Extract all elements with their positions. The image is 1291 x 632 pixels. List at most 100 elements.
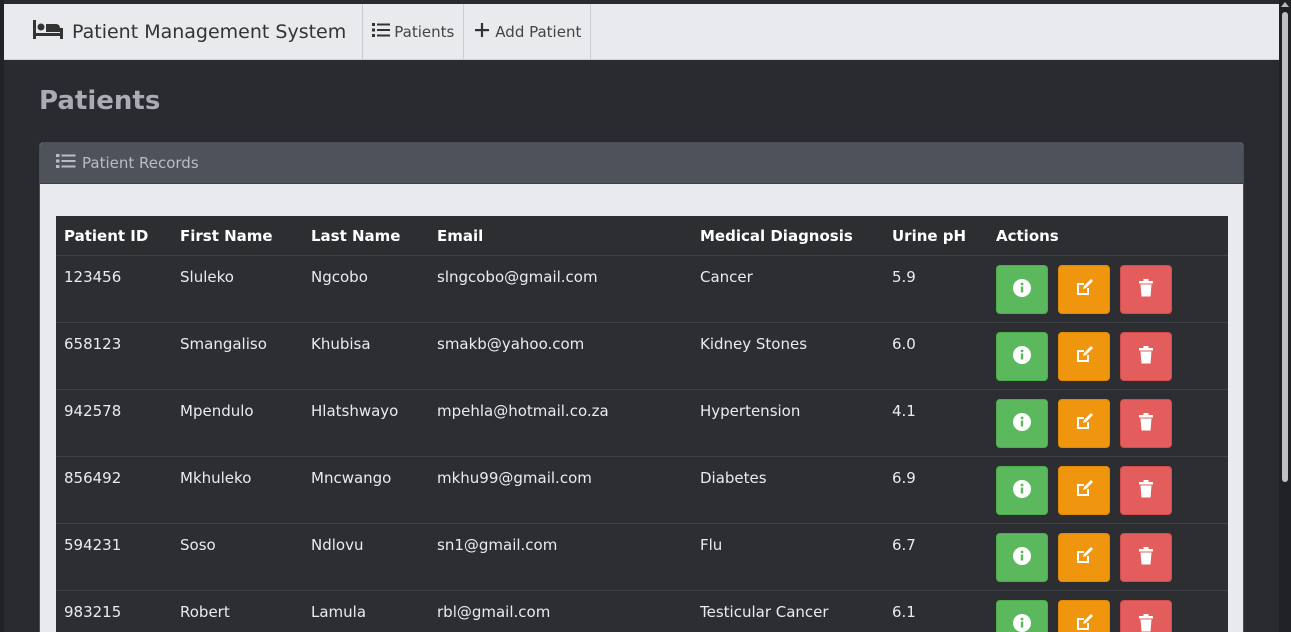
patient-id-cell: 658123 [64, 335, 122, 353]
info-icon [1012, 613, 1032, 632]
patient-id-cell: 123456 [64, 268, 122, 286]
actions-cell [988, 524, 1228, 582]
last-name-cell: Ndlovu [311, 536, 364, 554]
table-row: 658123 Smangaliso Khubisa smakb@yahoo.co… [56, 323, 1228, 390]
nav-add-patient-label: Add Patient [495, 22, 582, 41]
info-icon [1012, 412, 1032, 436]
delete-button[interactable] [1120, 600, 1172, 632]
last-name-cell: Hlatshwayo [311, 402, 399, 420]
patient-id-cell: 942578 [64, 402, 122, 420]
edit-button[interactable] [1058, 332, 1110, 381]
patient-records-panel: Patient Records Patient ID First Name La… [39, 142, 1244, 632]
brand-title: Patient Management System [72, 20, 347, 43]
panel-title: Patient Records [82, 154, 199, 172]
first-name-cell: Sluleko [180, 268, 234, 286]
diagnosis-cell: Cancer [700, 268, 753, 286]
diagnosis-cell: Testicular Cancer [700, 603, 829, 621]
view-details-button[interactable] [996, 600, 1048, 632]
diagnosis-cell: Flu [700, 536, 723, 554]
edit-button[interactable] [1058, 265, 1110, 314]
brand[interactable]: Patient Management System [4, 4, 364, 59]
info-icon [1012, 546, 1032, 570]
actions-cell [988, 457, 1228, 515]
urine-ph-cell: 4.1 [892, 402, 916, 420]
column-header: Last Name [311, 226, 401, 245]
scrollbar-thumb[interactable] [1282, 12, 1288, 482]
view-details-button[interactable] [996, 533, 1048, 582]
column-header: Urine pH [892, 226, 967, 245]
email-cell: slngcobo@gmail.com [437, 268, 598, 286]
column-header: Actions [996, 226, 1059, 245]
view-details-button[interactable] [996, 466, 1048, 515]
delete-button[interactable] [1120, 332, 1172, 381]
diagnosis-cell: Hypertension [700, 402, 801, 420]
email-cell: rbl@gmail.com [437, 603, 551, 621]
nav-add-patient[interactable]: Add Patient [464, 4, 592, 59]
last-name-cell: Lamula [311, 603, 367, 621]
table-row: 856492 Mkhuleko Mncwango mkhu99@gmail.co… [56, 457, 1228, 524]
urine-ph-cell: 6.9 [892, 469, 916, 487]
first-name-cell: Mpendulo [180, 402, 254, 420]
delete-button[interactable] [1120, 399, 1172, 448]
urine-ph-cell: 6.1 [892, 603, 916, 621]
urine-ph-cell: 6.7 [892, 536, 916, 554]
view-details-button[interactable] [996, 399, 1048, 448]
email-cell: mpehla@hotmail.co.za [437, 402, 609, 420]
edit-button[interactable] [1058, 466, 1110, 515]
first-name-cell: Smangaliso [180, 335, 267, 353]
table-row: 983215 Robert Lamula rbl@gmail.com Testi… [56, 591, 1228, 632]
trash-icon [1136, 345, 1156, 369]
last-name-cell: Ngcobo [311, 268, 368, 286]
column-header: Medical Diagnosis [700, 226, 853, 245]
edit-icon [1074, 613, 1094, 632]
window-edge [0, 0, 4, 632]
edit-icon [1074, 479, 1094, 503]
bed-icon [32, 18, 64, 45]
edit-button[interactable] [1058, 533, 1110, 582]
first-name-cell: Soso [180, 536, 216, 554]
urine-ph-cell: 6.0 [892, 335, 916, 353]
nav-patients[interactable]: Patients [363, 4, 465, 59]
patient-id-cell: 594231 [64, 536, 122, 554]
delete-button[interactable] [1120, 533, 1172, 582]
table-body: 123456 Sluleko Ngcobo slngcobo@gmail.com… [56, 256, 1228, 632]
nav-patients-label: Patients [394, 22, 455, 41]
view-details-button[interactable] [996, 332, 1048, 381]
actions-cell [988, 323, 1228, 381]
view-details-button[interactable] [996, 265, 1048, 314]
last-name-cell: Khubisa [311, 335, 371, 353]
table-row: 123456 Sluleko Ngcobo slngcobo@gmail.com… [56, 256, 1228, 323]
email-cell: sn1@gmail.com [437, 536, 558, 554]
trash-icon [1136, 479, 1156, 503]
vertical-scrollbar[interactable] [1279, 0, 1291, 632]
edit-icon [1074, 345, 1094, 369]
edit-icon [1074, 278, 1094, 302]
top-navbar: Patient Management System Patients Add P… [4, 4, 1279, 60]
table-row: 594231 Soso Ndlovu sn1@gmail.com Flu 6.7 [56, 524, 1228, 591]
diagnosis-cell: Kidney Stones [700, 335, 808, 353]
plus-icon [473, 22, 491, 42]
delete-button[interactable] [1120, 265, 1172, 314]
actions-cell [988, 256, 1228, 314]
edit-button[interactable] [1058, 600, 1110, 632]
first-name-cell: Robert [180, 603, 230, 621]
scroll-up-arrow-icon[interactable] [1281, 2, 1289, 7]
table-header-row: Patient ID First Name Last Name Email Me… [56, 216, 1228, 256]
email-cell: smakb@yahoo.com [437, 335, 585, 353]
edit-icon [1074, 546, 1094, 570]
diagnosis-cell: Diabetes [700, 469, 767, 487]
info-icon [1012, 479, 1032, 503]
column-header: Patient ID [64, 226, 149, 245]
actions-cell [988, 591, 1228, 632]
last-name-cell: Mncwango [311, 469, 392, 487]
list-icon [56, 153, 76, 173]
panel-header: Patient Records [40, 143, 1243, 184]
patient-id-cell: 983215 [64, 603, 122, 621]
edit-button[interactable] [1058, 399, 1110, 448]
page-title: Patients [39, 86, 161, 116]
actions-cell [988, 390, 1228, 448]
trash-icon [1136, 278, 1156, 302]
info-icon [1012, 278, 1032, 302]
email-cell: mkhu99@gmail.com [437, 469, 592, 487]
delete-button[interactable] [1120, 466, 1172, 515]
